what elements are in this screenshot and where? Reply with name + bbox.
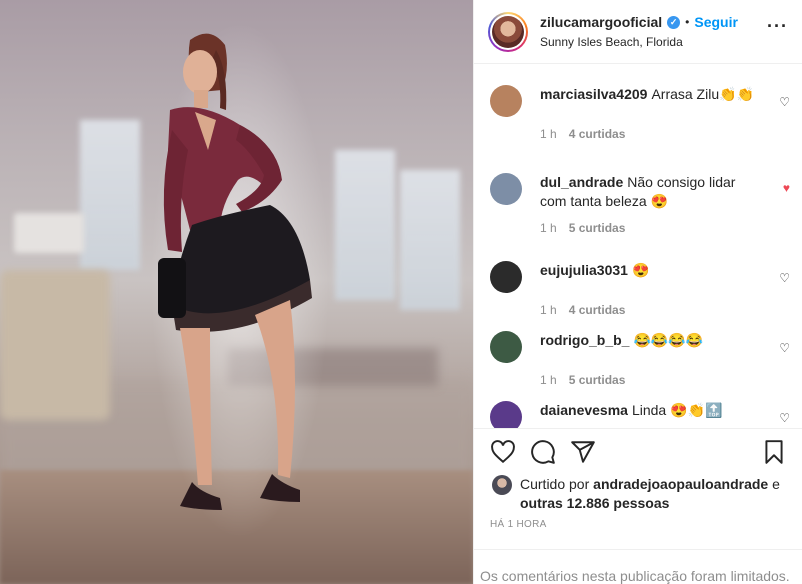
comment-row: marciasilva4209 Arrasa Zilu👏👏 ♡	[490, 85, 790, 117]
comment-meta: 1 h 5 curtidas	[540, 221, 790, 235]
background-window	[335, 150, 395, 300]
comment-like-heart-icon[interactable]: ♡	[779, 95, 790, 109]
comment-row: dul_andrade Não consigo lidar com tanta b…	[490, 173, 790, 211]
post-timestamp[interactable]: HÁ 1 HORA	[490, 519, 547, 530]
more-options-icon[interactable]: ···	[767, 16, 788, 37]
commenter-avatar[interactable]	[490, 85, 522, 117]
avatar-photo	[492, 15, 524, 48]
commenter-username[interactable]: eujujulia3031	[540, 262, 628, 278]
background-lamp	[14, 213, 84, 253]
comment-text: 😍	[631, 262, 650, 278]
share-icon[interactable]	[570, 439, 596, 465]
comment-time[interactable]: 1 h	[540, 221, 557, 235]
comment-item: eujujulia3031 😍 ♡ 1 h 4 curtidas	[490, 261, 790, 317]
commenter-username[interactable]: rodrigo_b_b_	[540, 332, 629, 348]
comment-body: marciasilva4209 Arrasa Zilu👏👏	[540, 85, 760, 117]
comment-text: 😂😂😂😂	[633, 332, 704, 348]
comment-likes[interactable]: 4 curtidas	[569, 127, 626, 141]
commenter-avatar[interactable]	[490, 401, 522, 428]
commenter-avatar[interactable]	[490, 173, 522, 205]
follow-button[interactable]: Seguir	[694, 14, 738, 30]
author-avatar[interactable]	[488, 11, 528, 52]
comment-like-heart-icon[interactable]: ♡	[779, 271, 790, 285]
comments-list[interactable]: marciasilva4209 Arrasa Zilu👏👏 ♡ 1 h 4 cur…	[474, 65, 802, 428]
comment-item: daianevesma Linda 😍👏🔝 ♡	[490, 401, 790, 428]
comments-limited-notice: Os comentários nesta publicação foram li…	[474, 549, 802, 584]
commenter-username[interactable]: marciasilva4209	[540, 86, 647, 102]
likes-others-link[interactable]: outras 12.886 pessoas	[520, 495, 669, 511]
comment-like-heart-icon[interactable]: ♡	[779, 341, 790, 355]
comment-item: dul_andrade Não consigo lidar com tanta b…	[490, 173, 790, 235]
comment-meta: 1 h 4 curtidas	[540, 303, 790, 317]
header-text: zilucamargooficial ✓ • Seguir Sunny Isle…	[540, 14, 738, 49]
post-sidebar: zilucamargooficial ✓ • Seguir Sunny Isle…	[473, 0, 802, 584]
instagram-post: zilucamargooficial ✓ • Seguir Sunny Isle…	[0, 0, 802, 584]
action-icons	[490, 439, 787, 469]
woman-figure	[158, 33, 312, 510]
liker-avatar[interactable]	[492, 475, 512, 495]
verified-badge-icon: ✓	[667, 15, 681, 29]
bookmark-icon[interactable]	[761, 439, 787, 465]
comment-meta: 1 h 5 curtidas	[540, 373, 790, 387]
separator-dot: •	[685, 15, 690, 29]
comment-text: Arrasa Zilu👏👏	[651, 86, 754, 102]
post-header: zilucamargooficial ✓ • Seguir Sunny Isle…	[474, 0, 802, 64]
comment-likes[interactable]: 5 curtidas	[569, 221, 626, 235]
comment-body: daianevesma Linda 😍👏🔝	[540, 401, 760, 428]
commenter-username[interactable]: dul_andrade	[540, 174, 623, 190]
comment-text: Linda 😍👏🔝	[631, 402, 723, 418]
comment-body: eujujulia3031 😍	[540, 261, 760, 293]
likes-prefix: Curtido por	[520, 476, 590, 492]
commenter-avatar[interactable]	[490, 261, 522, 293]
comment-time[interactable]: 1 h	[540, 303, 557, 317]
comment-item: marciasilva4209 Arrasa Zilu👏👏 ♡ 1 h 4 cur…	[490, 85, 790, 141]
post-actions: Curtido por andradejoaopauloandrade e ou…	[474, 428, 802, 584]
heart-icon[interactable]	[490, 439, 516, 465]
comment-likes[interactable]: 5 curtidas	[569, 373, 626, 387]
avatar-inner	[490, 13, 526, 50]
comment-row: daianevesma Linda 😍👏🔝 ♡	[490, 401, 790, 428]
likes-summary: Curtido por andradejoaopauloandrade e ou…	[492, 475, 793, 513]
commenter-username[interactable]: daianevesma	[540, 402, 628, 418]
comment-like-heart-icon[interactable]: ♡	[779, 411, 790, 425]
comment-row: eujujulia3031 😍 ♡	[490, 261, 790, 293]
post-location[interactable]: Sunny Isles Beach, Florida	[540, 35, 738, 49]
likes-conjunction: e	[772, 476, 780, 492]
background-window	[80, 120, 140, 270]
background-sofa	[0, 270, 110, 420]
comment-meta: 1 h 4 curtidas	[540, 127, 790, 141]
comment-time[interactable]: 1 h	[540, 373, 557, 387]
background-window	[400, 170, 460, 310]
header-row: zilucamargooficial ✓ • Seguir	[540, 14, 738, 30]
author-username[interactable]: zilucamargooficial	[540, 14, 662, 30]
liker-username[interactable]: andradejoaopauloandrade	[593, 476, 768, 492]
comment-body: rodrigo_b_b_ 😂😂😂😂	[540, 331, 760, 363]
comment-row: rodrigo_b_b_ 😂😂😂😂 ♡	[490, 331, 790, 363]
comment-time[interactable]: 1 h	[540, 127, 557, 141]
post-photo[interactable]	[0, 0, 473, 584]
commenter-avatar[interactable]	[490, 331, 522, 363]
comment-likes[interactable]: 4 curtidas	[569, 303, 626, 317]
likes-summary-text: Curtido por andradejoaopauloandrade e ou…	[520, 475, 793, 513]
comment-liked-heart-icon[interactable]: ♥	[783, 181, 790, 195]
comment-item: rodrigo_b_b_ 😂😂😂😂 ♡ 1 h 5 curtidas	[490, 331, 790, 387]
comment-body: dul_andrade Não consigo lidar com tanta b…	[540, 173, 760, 211]
comment-icon[interactable]	[530, 439, 556, 465]
